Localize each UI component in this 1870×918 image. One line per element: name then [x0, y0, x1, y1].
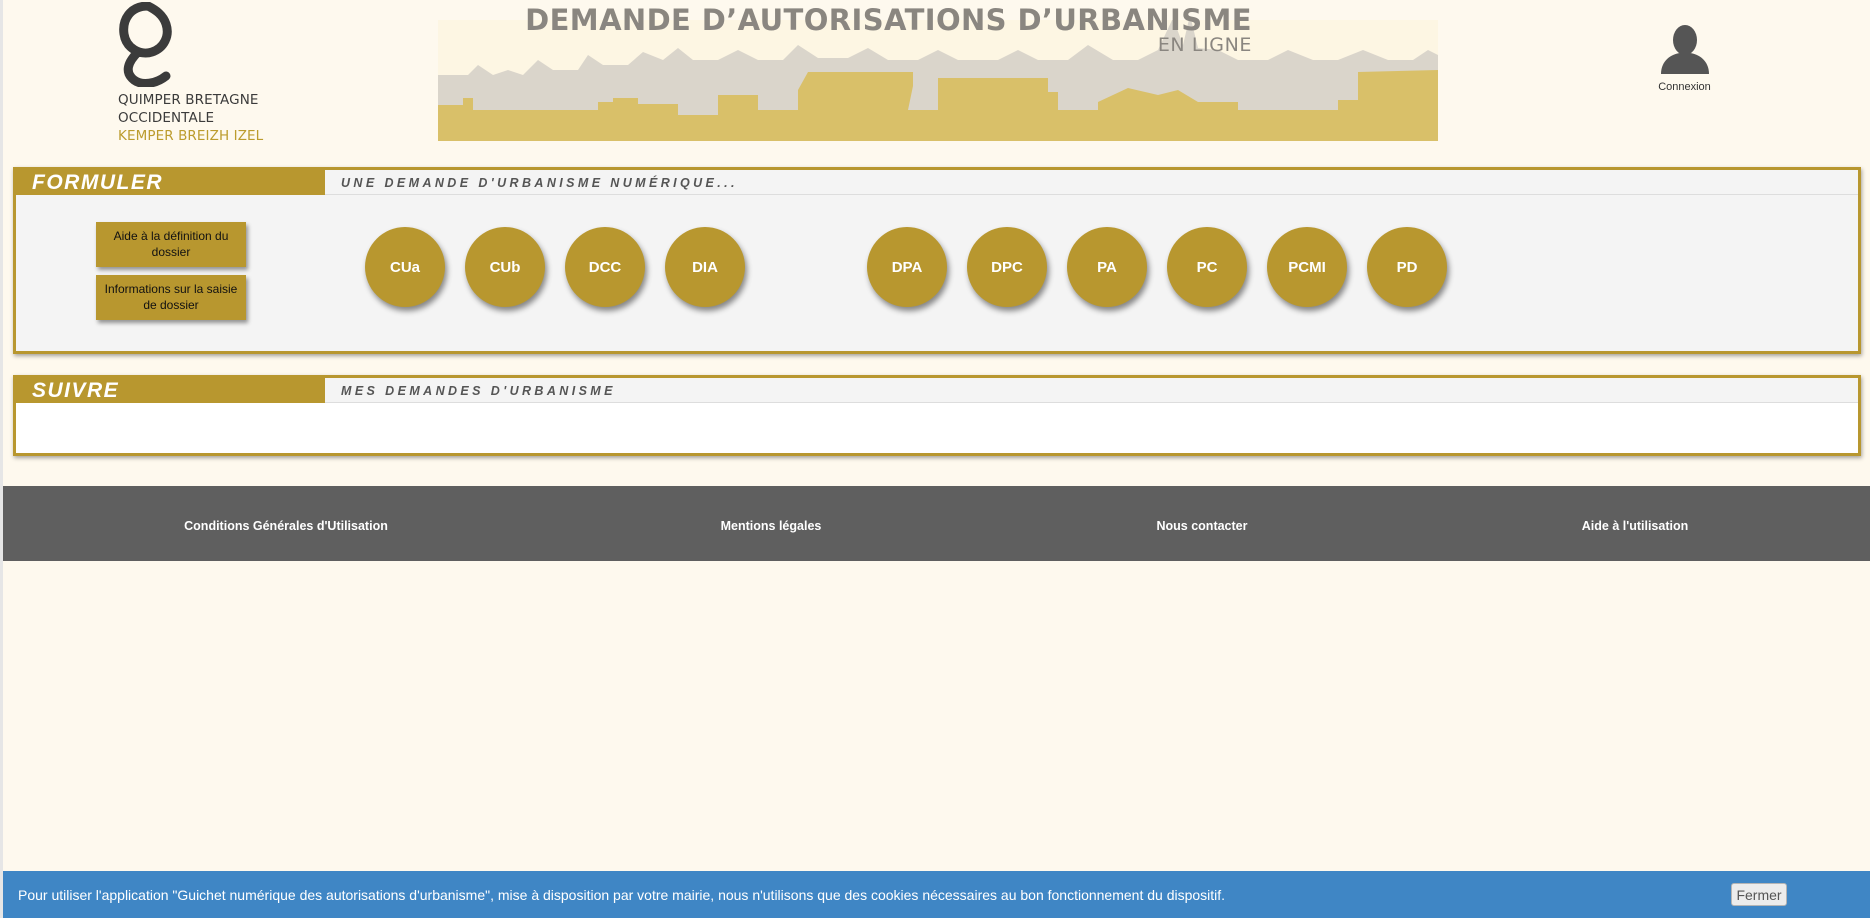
logo-line-2: OCCIDENTALE — [118, 110, 215, 126]
dossier-type-pa-button[interactable]: PA — [1067, 227, 1147, 307]
suivre-panel-header: SUIVRE MES DEMANDES D'URBANISME — [16, 378, 1858, 403]
login-button[interactable]: Connexion — [1652, 24, 1717, 93]
formuler-subtitle: UNE DEMANDE D'URBANISME NUMÉRIQUE... — [341, 176, 738, 190]
banner-subtitle: EN LIGNE — [1157, 34, 1252, 56]
logo-mark-icon — [119, 2, 172, 87]
formuler-title: FORMULER — [16, 170, 325, 195]
dossier-type-dcc-button[interactable]: DCC — [565, 227, 645, 307]
footer-link-mentions-legales[interactable]: Mentions légales — [721, 519, 822, 533]
suivre-subtitle: MES DEMANDES D'URBANISME — [341, 384, 616, 398]
login-label: Connexion — [1658, 81, 1711, 93]
user-icon — [1660, 25, 1709, 74]
banner-title: DEMANDE D’AUTORISATIONS D’URBANISME — [525, 3, 1252, 37]
footer: Conditions Générales d'Utilisation Menti… — [3, 486, 1870, 561]
dossier-type-dia-button[interactable]: DIA — [665, 227, 745, 307]
formuler-panel: FORMULER UNE DEMANDE D'URBANISME NUMÉRIQ… — [13, 167, 1861, 354]
footer-link-cgu[interactable]: Conditions Générales d'Utilisation — [184, 519, 388, 533]
logo-line-3: KEMPER BREIZH IZEL — [118, 128, 264, 144]
header-banner: DEMANDE D’AUTORISATIONS D’URBANISME EN L… — [438, 0, 1438, 141]
cookie-banner: Pour utiliser l'application "Guichet num… — [3, 871, 1870, 918]
dossier-type-dpc-button[interactable]: DPC — [967, 227, 1047, 307]
quimper-logo[interactable]: QUIMPER BRETAGNE OCCIDENTALE KEMPER BREI… — [116, 2, 276, 145]
dossier-type-pd-button[interactable]: PD — [1367, 227, 1447, 307]
dossier-type-pc-button[interactable]: PC — [1167, 227, 1247, 307]
logo-line-1: QUIMPER BRETAGNE — [118, 92, 259, 108]
dossier-type-pcmi-button[interactable]: PCMI — [1267, 227, 1347, 307]
footer-link-aide[interactable]: Aide à l'utilisation — [1582, 519, 1688, 533]
window-edge — [0, 0, 3, 918]
cookie-close-button[interactable]: Fermer — [1731, 883, 1787, 906]
dossier-type-cua-button[interactable]: CUa — [365, 227, 445, 307]
dossier-type-dpa-button[interactable]: DPA — [867, 227, 947, 307]
formuler-panel-header: FORMULER UNE DEMANDE D'URBANISME NUMÉRIQ… — [16, 170, 1858, 195]
cookie-message: Pour utiliser l'application "Guichet num… — [18, 887, 1226, 903]
logo-text: QUIMPER BRETAGNE OCCIDENTALE KEMPER BREI… — [118, 91, 263, 145]
footer-link-contact[interactable]: Nous contacter — [1157, 519, 1248, 533]
suivre-panel: SUIVRE MES DEMANDES D'URBANISME — [13, 375, 1861, 456]
dossier-definition-help-button[interactable]: Aide à la définition du dossier — [96, 222, 246, 267]
dossier-entry-info-button[interactable]: Informations sur la saisie de dossier — [96, 275, 246, 320]
dossier-type-cub-button[interactable]: CUb — [465, 227, 545, 307]
city-skyline-illustration — [438, 20, 1438, 141]
suivre-title: SUIVRE — [16, 378, 325, 403]
